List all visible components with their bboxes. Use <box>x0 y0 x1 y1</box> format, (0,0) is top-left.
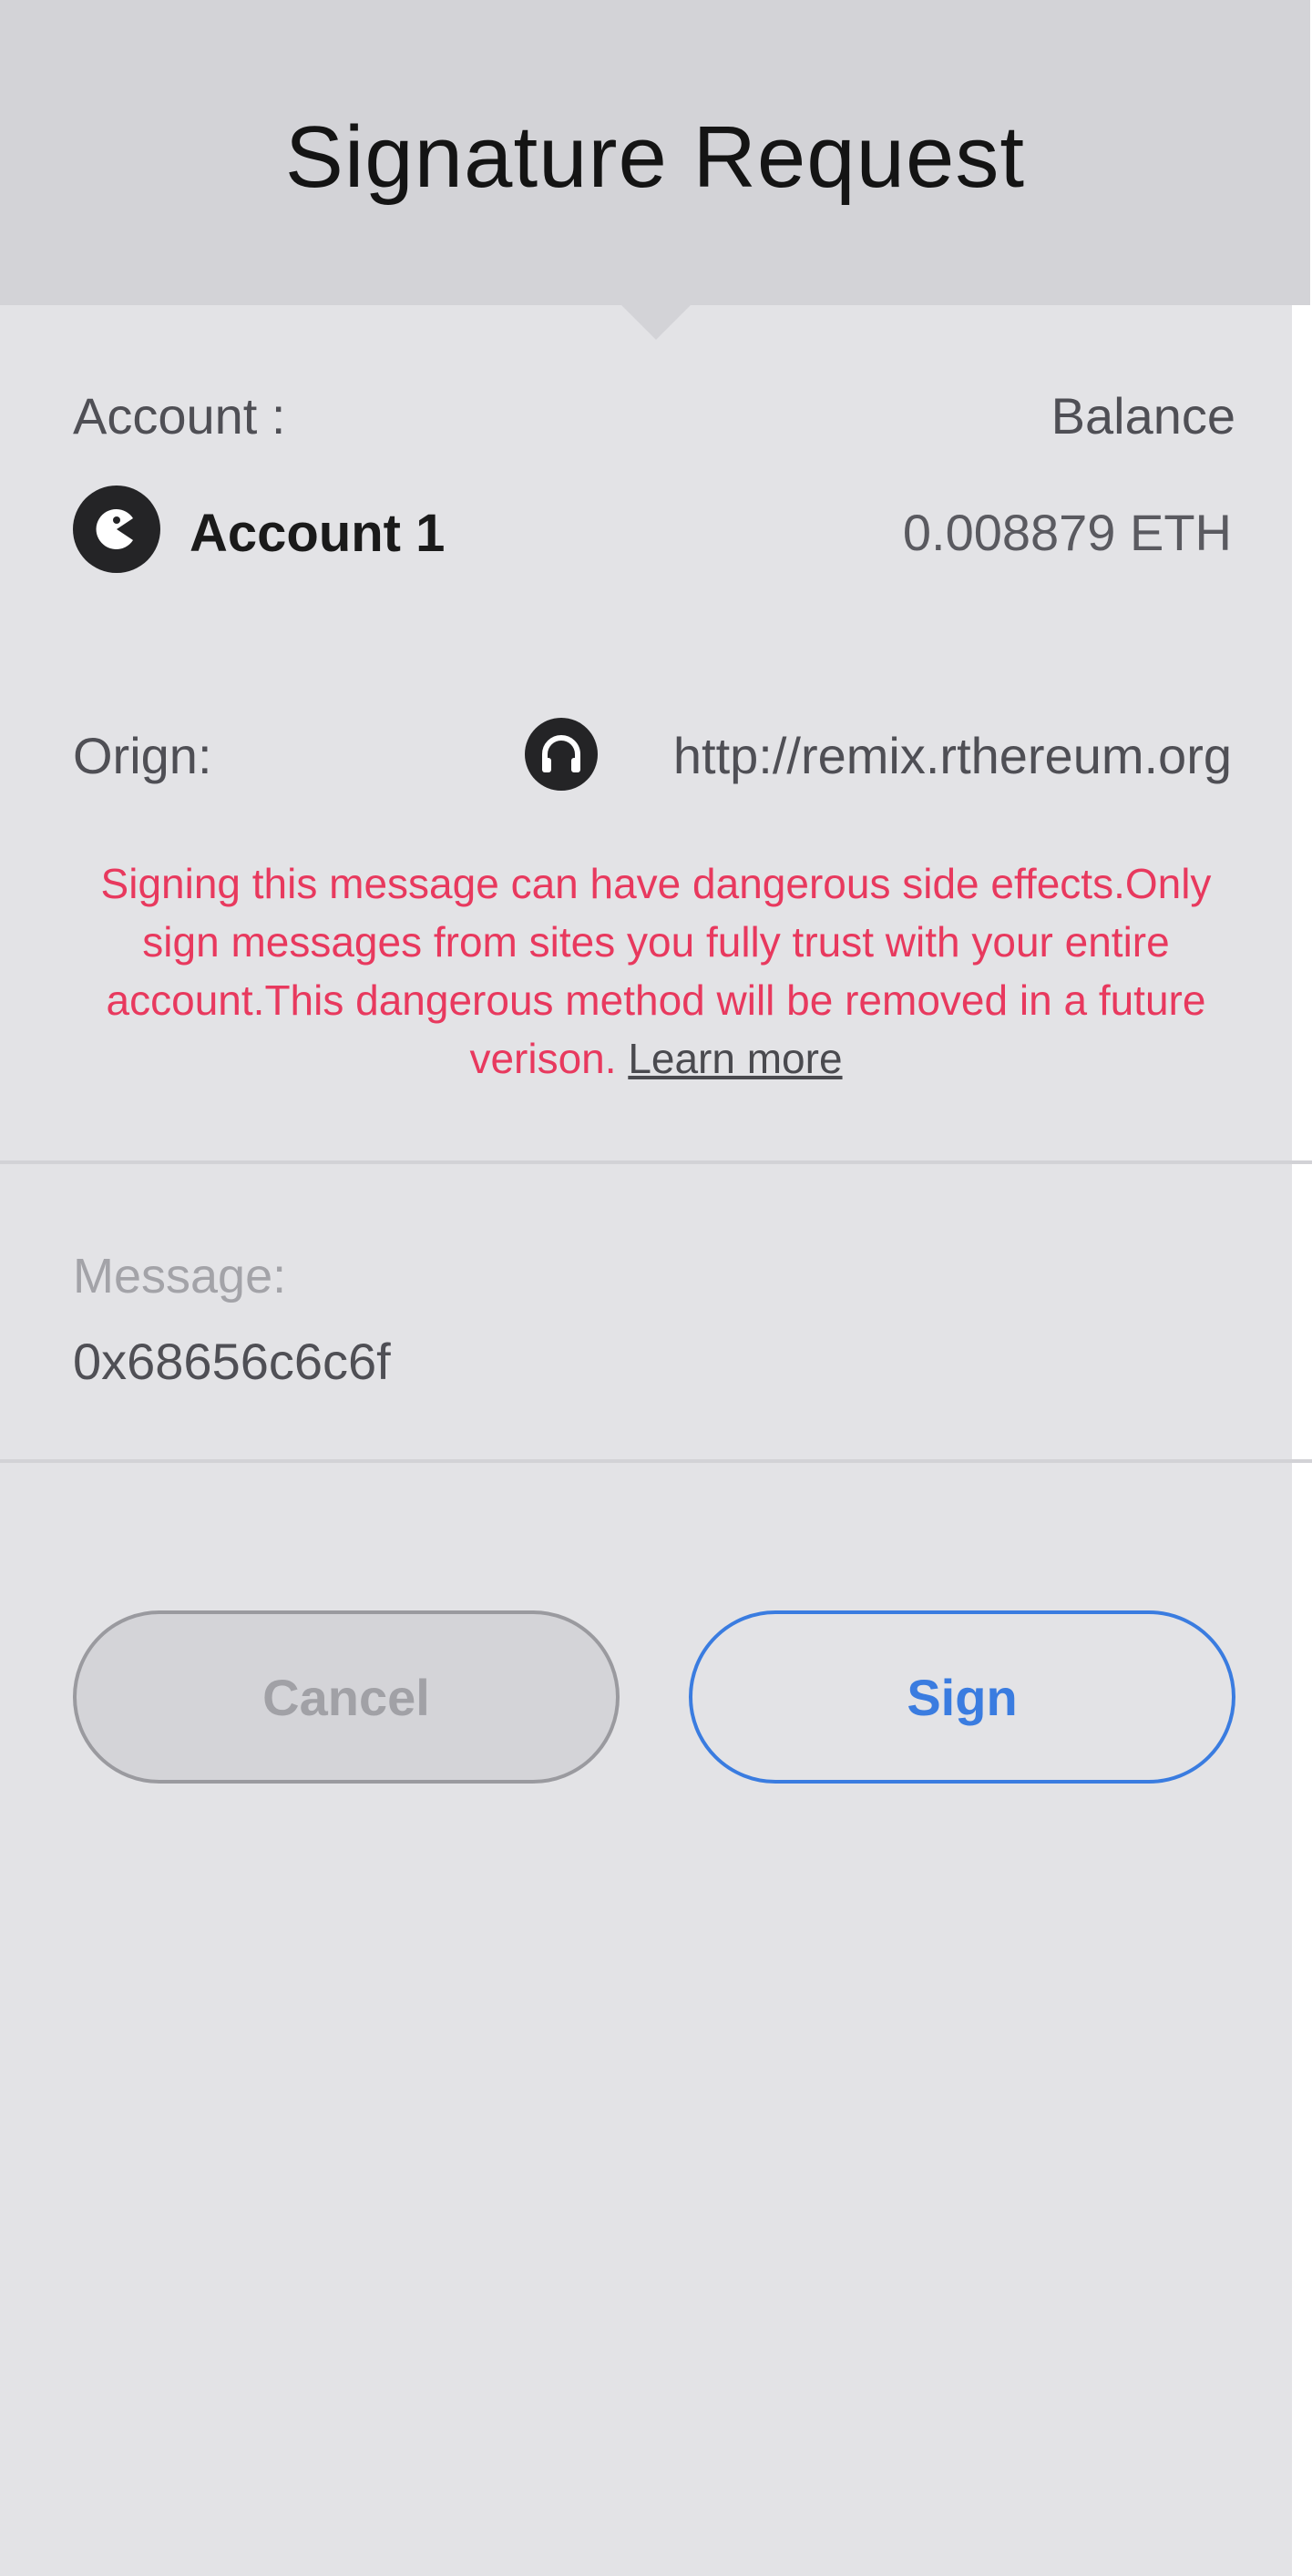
origin-url: http://remix.rthereum.org <box>672 727 1232 784</box>
pacman-avatar-icon <box>73 486 160 573</box>
headphones-icon <box>525 718 598 791</box>
danger-warning: Signing this message can have dangerous … <box>73 854 1239 1088</box>
account-name: Account 1 <box>190 504 446 563</box>
signature-request-screen: Signature Request Account : Balance Acco… <box>0 0 1312 2576</box>
divider <box>0 1160 1312 1164</box>
message-value: 0x68656c6c6f <box>73 1333 391 1390</box>
account-label: Account : <box>73 387 286 445</box>
balance-value: 0.008879 ETH <box>902 504 1232 561</box>
origin-label: Orign: <box>73 727 212 784</box>
balance-label: Balance <box>1051 387 1235 445</box>
sign-button[interactable]: Sign <box>689 1610 1235 1784</box>
cancel-button[interactable]: Cancel <box>73 1610 620 1784</box>
header-pointer <box>620 303 692 340</box>
page-title: Signature Request <box>284 108 1026 206</box>
learn-more-link[interactable]: Learn more <box>628 1035 842 1082</box>
screen-edge <box>1292 0 1312 2576</box>
divider <box>0 1459 1312 1463</box>
header-bar: Signature Request <box>0 0 1310 305</box>
message-label: Message: <box>73 1249 287 1303</box>
